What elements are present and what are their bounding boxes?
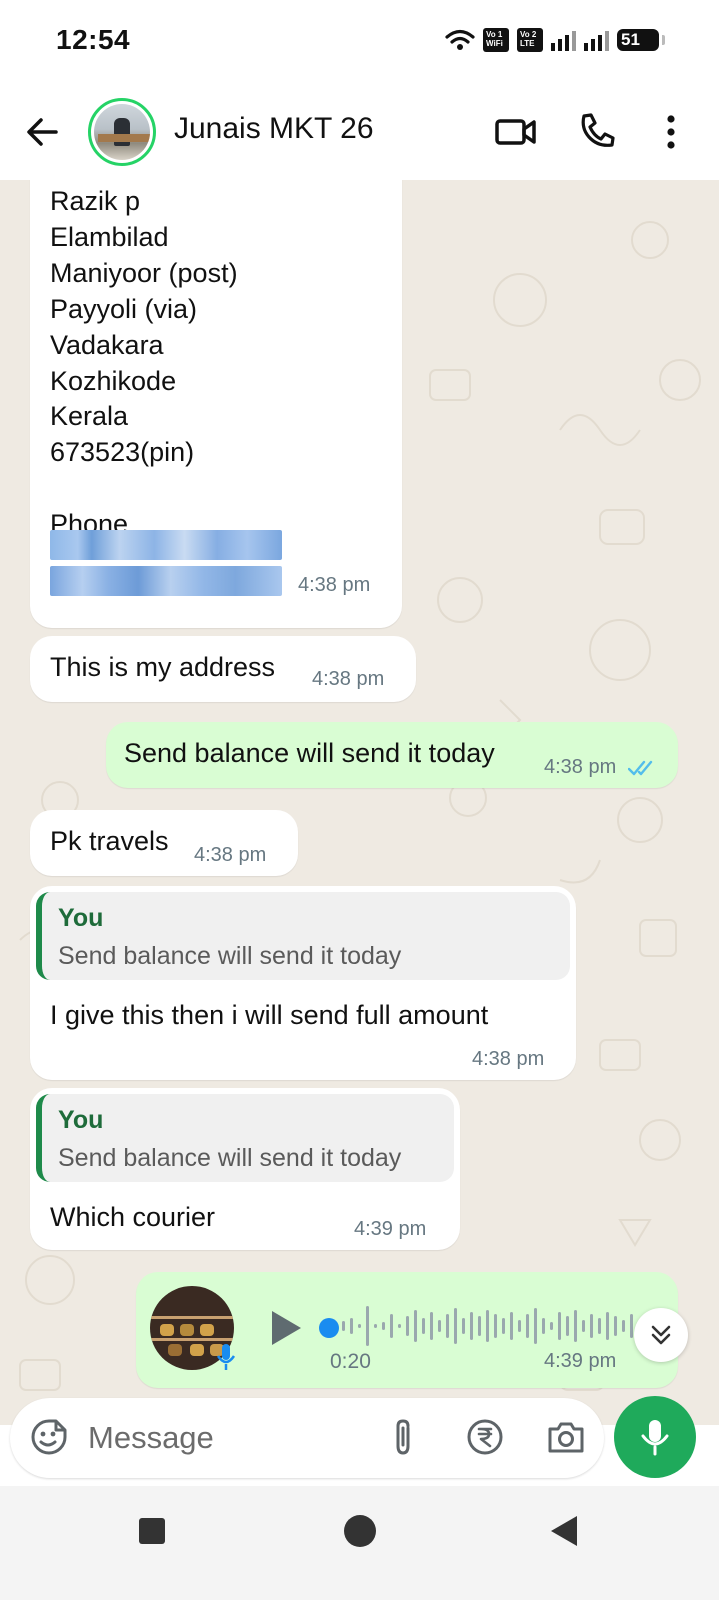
chat-header: Junais MKT 26 <box>0 84 719 180</box>
address-line: Elambilad <box>50 221 169 252</box>
battery-level: 51 <box>621 30 640 49</box>
message-bubble[interactable]: Pk travels 4:38 pm <box>30 810 298 876</box>
message-time: 4:38 pm <box>544 756 656 779</box>
voice-record-button[interactable] <box>614 1396 696 1478</box>
voice-note-duration: 0:20 <box>330 1350 371 1373</box>
quoted-text: Send balance will send it today <box>58 1144 402 1172</box>
message-bubble-reply[interactable]: You Send balance will send it today I gi… <box>30 886 576 1080</box>
play-icon[interactable] <box>268 1308 304 1348</box>
scroll-to-bottom-button[interactable] <box>634 1308 688 1362</box>
battery-icon: 51 <box>617 29 665 51</box>
attach-icon[interactable] <box>388 1418 418 1458</box>
message-time: 4:39 pm <box>544 1350 617 1372</box>
message-bubble-reply[interactable]: You Send balance will send it today Whic… <box>30 1088 460 1250</box>
contact-name[interactable]: Junais MKT 26 <box>174 112 374 146</box>
address-line: Maniyoor (post) <box>50 257 238 288</box>
address-line: Razik p <box>50 186 141 216</box>
contact-avatar[interactable] <box>88 98 156 166</box>
voice-call-icon[interactable] <box>578 110 616 150</box>
address-lines: Razik p Elambilad Maniyoor (post) Payyol… <box>50 184 238 543</box>
playback-position-handle[interactable] <box>319 1318 339 1338</box>
mic-icon <box>641 1420 669 1456</box>
message-text: This is my address <box>50 652 276 682</box>
message-time: 4:38 pm <box>472 1048 545 1070</box>
system-navigation-bar <box>0 1486 719 1600</box>
message-text: Pk travels <box>50 826 169 856</box>
quoted-message[interactable]: You Send balance will send it today <box>36 1094 454 1182</box>
mic-badge-icon <box>216 1344 236 1370</box>
message-text: Send balance will send it today <box>124 738 495 768</box>
address-line: Kerala <box>50 401 129 432</box>
message-time-text: 4:38 pm <box>544 756 617 778</box>
voice-note-bubble[interactable]: 0:20 4:39 pm <box>136 1272 678 1388</box>
message-input[interactable] <box>88 1412 368 1464</box>
quoted-text: Send balance will send it today <box>58 942 402 970</box>
signal-icon-1 <box>551 29 576 51</box>
sticker-emoji-icon[interactable] <box>30 1418 68 1456</box>
address-line: 673523(pin) <box>50 437 195 468</box>
rupee-payment-icon[interactable] <box>466 1418 504 1456</box>
message-text: I give this then i will send full amount <box>50 1000 489 1030</box>
status-time: 12:54 <box>56 24 131 55</box>
message-time: 4:38 pm <box>298 574 371 596</box>
status-bar: 12:54 Vo 1 WiFi Vo 2 LTE 51 <box>0 0 719 84</box>
volte-lte-icon: Vo 2 LTE <box>517 28 543 52</box>
message-time: 4:38 pm <box>194 844 267 866</box>
quoted-author: You <box>58 1106 104 1134</box>
address-line: Vadakara <box>50 329 164 360</box>
message-text: Which courier <box>50 1202 216 1232</box>
camera-icon[interactable] <box>546 1418 586 1456</box>
quoted-message[interactable]: You Send balance will send it today <box>36 892 570 980</box>
message-time: 4:39 pm <box>354 1218 427 1240</box>
message-bubble-address[interactable]: Razik p Elambilad Maniyoor (post) Payyol… <box>30 180 402 628</box>
quoted-author: You <box>58 904 104 932</box>
nav-back-icon[interactable] <box>549 1514 579 1548</box>
more-options-icon[interactable] <box>664 112 678 152</box>
back-arrow-icon[interactable] <box>22 112 62 152</box>
message-time: 4:38 pm <box>312 668 385 690</box>
read-receipt-icon <box>627 760 653 775</box>
volte-wifi-icon: Vo 1 WiFi <box>483 28 509 52</box>
message-bubble-outgoing[interactable]: Send balance will send it today 4:38 pm <box>106 722 678 788</box>
message-bubble[interactable]: This is my address 4:38 pm <box>30 636 416 702</box>
address-line: Kozhikode <box>50 365 177 396</box>
home-icon[interactable] <box>344 1515 376 1547</box>
message-composer <box>10 1398 604 1478</box>
double-chevron-down-icon <box>651 1325 671 1345</box>
redacted-phone-number[interactable] <box>50 530 282 560</box>
status-icons: Vo 1 WiFi Vo 2 LTE 51 <box>445 28 665 52</box>
wifi-icon <box>445 29 475 50</box>
video-call-icon[interactable] <box>494 112 538 152</box>
redacted-phone-number[interactable] <box>50 566 282 596</box>
address-line: Payyoli (via) <box>50 293 198 324</box>
chat-area[interactable]: Razik p Elambilad Maniyoor (post) Payyol… <box>0 180 719 1425</box>
signal-icon-2 <box>584 29 609 51</box>
waveform[interactable] <box>342 1304 642 1348</box>
recent-apps-icon[interactable] <box>139 1518 165 1544</box>
